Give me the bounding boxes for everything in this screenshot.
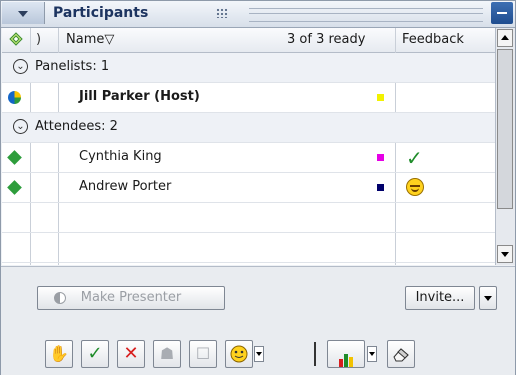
feedback-column-header[interactable]: Feedback (402, 32, 464, 47)
checkmark-icon[interactable]: ✓ (81, 340, 109, 368)
group-label: Panelists: 1 (35, 59, 110, 74)
empty-row (2, 233, 495, 263)
scroll-thumb[interactable] (497, 49, 513, 209)
applause-icon: ☐ (189, 340, 217, 368)
title-bar-decoration (249, 8, 483, 22)
participant-name: Cynthia King (79, 149, 162, 164)
green-diamond-icon (7, 150, 22, 165)
scroll-down-button[interactable] (497, 245, 513, 263)
participants-panel: Participants ) Name▽ 3 of 3 ready Feedba… (0, 0, 516, 375)
invite-button[interactable]: Invite... (405, 286, 475, 310)
minimize-button[interactable] (491, 2, 513, 24)
x-icon[interactable]: ✕ (117, 340, 145, 368)
checkmark-icon: ✓ (406, 146, 423, 170)
raise-hand-icon[interactable]: ✋ (45, 340, 73, 368)
panel-title: Participants (53, 5, 149, 21)
eraser-icon[interactable] (387, 340, 415, 368)
list-header: ) Name▽ 3 of 3 ready Feedback (2, 28, 495, 53)
participant-row[interactable]: Jill Parker (Host) (2, 83, 495, 113)
collapse-panel-button[interactable] (2, 2, 45, 24)
invite-label: Invite... (415, 290, 465, 305)
collapse-group-icon[interactable]: ⌄ (13, 119, 28, 134)
ready-count: 3 of 3 ready (287, 32, 366, 47)
host-pie-icon (8, 91, 21, 104)
sort-arrow-icon: ▽ (104, 32, 115, 47)
name-column-header[interactable]: Name▽ (66, 32, 114, 47)
emoticon-dropdown[interactable] (254, 346, 264, 362)
participant-color-swatch (377, 94, 384, 101)
group-label: Attendees: 2 (35, 119, 118, 134)
drag-grip-icon[interactable] (216, 8, 228, 18)
poll-dropdown[interactable] (367, 346, 377, 362)
participants-list: ) Name▽ 3 of 3 ready Feedback ⌄ Panelist… (2, 28, 495, 265)
step-away-icon: ☗ (153, 340, 181, 368)
vertical-scrollbar[interactable] (495, 28, 515, 265)
toolbar-separator (314, 342, 316, 366)
emoticon-icon[interactable] (225, 340, 253, 368)
actions-area: Make Presenter Invite... ✋ ✓ ✕ ☗ ☐ (1, 266, 515, 375)
participant-row[interactable]: Cynthia King ✓ (2, 143, 495, 173)
participant-row[interactable]: Andrew Porter (2, 173, 495, 203)
group-row-panelists[interactable]: ⌄ Panelists: 1 (2, 53, 495, 83)
poll-chart-icon[interactable] (327, 340, 365, 368)
green-diamond-icon (7, 180, 22, 195)
invite-dropdown-button[interactable] (479, 286, 497, 310)
collapse-group-icon[interactable]: ⌄ (13, 59, 28, 74)
panel-title-bar[interactable]: Participants (1, 1, 515, 28)
make-presenter-label: Make Presenter (80, 290, 182, 305)
make-presenter-button[interactable]: Make Presenter (37, 286, 225, 310)
empty-row (2, 203, 495, 233)
participant-color-swatch (377, 154, 384, 161)
presenter-icon (54, 292, 66, 304)
scroll-up-button[interactable] (497, 29, 513, 47)
status-column-icon[interactable] (9, 32, 23, 50)
smile-emoticon-icon (406, 178, 424, 196)
raise-hand-column-icon[interactable]: ) (36, 32, 41, 47)
participant-name: Andrew Porter (79, 179, 172, 194)
participant-name: Jill Parker (Host) (79, 89, 200, 104)
group-row-attendees[interactable]: ⌄ Attendees: 2 (2, 113, 495, 143)
participant-color-swatch (377, 184, 384, 191)
